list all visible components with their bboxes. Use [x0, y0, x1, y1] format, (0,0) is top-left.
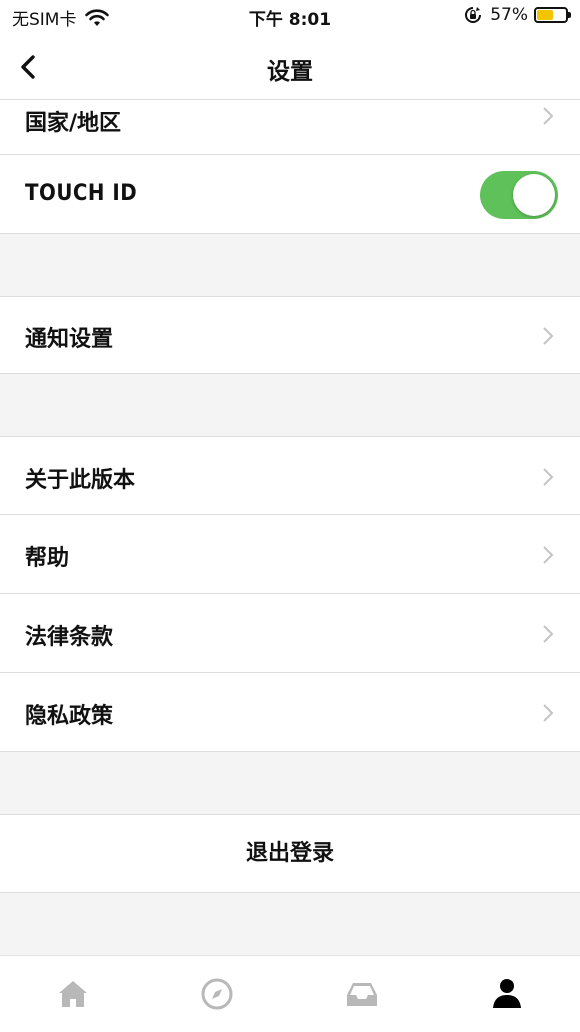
chevron-right-icon	[543, 468, 554, 486]
navigation-bar: 设置	[0, 34, 580, 100]
toggle-knob	[513, 174, 555, 216]
chevron-right-icon	[543, 625, 554, 643]
chevron-right-icon	[543, 704, 554, 722]
home-icon[interactable]	[55, 976, 91, 1012]
row-touch-id: TOUCH ID	[0, 155, 580, 234]
row-about-label: 关于此版本	[25, 468, 136, 493]
row-country[interactable]: 国家/地区	[0, 100, 580, 155]
row-touch-id-label: TOUCH ID	[25, 181, 138, 206]
touch-id-toggle[interactable]	[480, 171, 558, 219]
tab-bar	[0, 955, 580, 1032]
chevron-right-icon	[543, 107, 554, 125]
compass-icon[interactable]	[199, 976, 235, 1012]
row-legal[interactable]: 法律条款	[0, 594, 580, 673]
rotation-lock-icon	[465, 7, 482, 23]
battery-percent: 57%	[490, 5, 528, 25]
status-right: 57%	[464, 5, 571, 25]
row-notifications[interactable]: 通知设置	[0, 296, 580, 374]
row-help[interactable]: 帮助	[0, 515, 580, 594]
row-notifications-label: 通知设置	[25, 327, 114, 352]
profile-icon[interactable]	[489, 976, 525, 1012]
row-country-label: 国家/地区	[25, 111, 122, 136]
chevron-right-icon	[543, 327, 554, 345]
page-title: 设置	[267, 59, 313, 85]
battery-fill	[537, 10, 553, 20]
status-bar: 无SIM卡 下午 8:01 57%	[0, 0, 580, 34]
row-privacy[interactable]: 隐私政策	[0, 673, 580, 752]
inbox-icon[interactable]	[344, 976, 380, 1012]
row-about[interactable]: 关于此版本	[0, 436, 580, 515]
battery-icon	[534, 7, 571, 23]
row-legal-label: 法律条款	[25, 625, 114, 650]
chevron-right-icon	[543, 546, 554, 564]
logout-button[interactable]: 退出登录	[0, 814, 580, 893]
row-privacy-label: 隐私政策	[25, 704, 114, 729]
logout-label: 退出登录	[245, 841, 334, 866]
row-help-label: 帮助	[25, 546, 70, 571]
